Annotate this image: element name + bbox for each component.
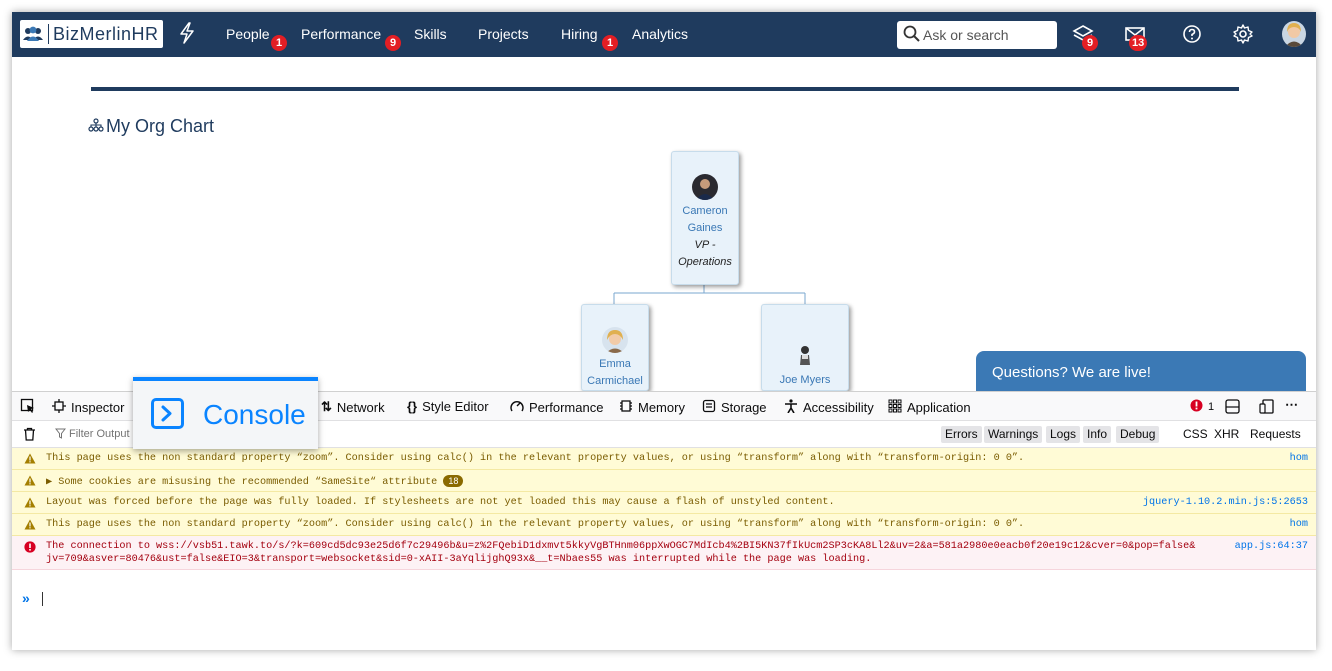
warning-icon: [24, 497, 36, 512]
filter-xhr[interactable]: XHR: [1210, 426, 1243, 443]
console-message-warning[interactable]: ▶ Some cookies are misusing the recommen…: [12, 470, 1316, 492]
console-message-text: Layout was forced before the page was fu…: [46, 497, 835, 508]
console-message-text: This page uses the non standard property…: [46, 453, 1025, 464]
org-card-name: Emma Carmichael: [587, 358, 643, 387]
console-message-group[interactable]: ▶ Some cookies are misusing the recommen…: [46, 475, 464, 488]
filter-css[interactable]: CSS: [1179, 426, 1212, 443]
tab-style-editor[interactable]: {} Style Editor: [407, 399, 489, 414]
console-message-source[interactable]: hom: [1290, 519, 1308, 530]
console-message-text: This page uses the non standard property…: [46, 519, 1025, 530]
tab-console-label: Console: [203, 399, 306, 430]
app-grid-icon: [888, 399, 902, 416]
warning-icon: [24, 475, 36, 490]
tab-application[interactable]: Application: [888, 399, 971, 416]
org-card-child[interactable]: Emma Carmichael: [581, 304, 649, 391]
warning-icon: [24, 453, 36, 468]
tab-inspector[interactable]: Inspector: [52, 399, 124, 416]
filter-output-input[interactable]: Filter Output: [69, 428, 130, 440]
filter-debug[interactable]: Debug: [1116, 426, 1160, 443]
console-icon: [151, 398, 184, 429]
org-card-name: Cameron Gaines: [682, 205, 728, 234]
avatar: [602, 327, 628, 353]
avatar: [792, 341, 818, 367]
tab-accessibility[interactable]: Accessibility: [784, 399, 874, 416]
org-card-name: Joe Myers: [779, 374, 831, 386]
tab-memory[interactable]: Memory: [619, 399, 685, 416]
error-count-indicator[interactable]: 1: [1190, 399, 1214, 415]
console-message-warning[interactable]: This page uses the non standard property…: [12, 514, 1316, 536]
console-prompt-icon: »: [22, 590, 30, 606]
responsive-design-icon[interactable]: [1259, 399, 1274, 414]
console-message-warning[interactable]: Layout was forced before the page was fu…: [12, 492, 1316, 514]
braces-icon: {}: [407, 399, 418, 414]
error-circle-icon: [24, 541, 36, 557]
console-message-text-continued: jv=709&asver=80476&ust=false&EIO=3&trans…: [46, 554, 872, 565]
tab-network[interactable]: ⇅ Network: [321, 399, 385, 415]
storage-icon: [702, 399, 716, 416]
org-connectors: [613, 284, 806, 304]
expand-triangle-icon[interactable]: ▶: [46, 477, 58, 488]
trash-icon[interactable]: [23, 427, 36, 444]
console-input[interactable]: [42, 592, 43, 606]
console-message-source[interactable]: jquery-1.10.2.min.js:5:2653: [1143, 497, 1308, 508]
warning-icon: [24, 519, 36, 534]
console-message-source[interactable]: app.js:64:37: [1228, 541, 1308, 552]
console-message-text: The connection to wss://vsb51.tawk.to/s/…: [46, 541, 1196, 552]
error-circle-icon: [1190, 399, 1203, 415]
filter-warnings[interactable]: Warnings: [984, 426, 1043, 443]
more-options-icon[interactable]: ⋯: [1285, 397, 1298, 413]
repeat-count-badge: 18: [443, 475, 464, 487]
filter-logs[interactable]: Logs: [1046, 426, 1081, 443]
gauge-icon: [510, 399, 524, 416]
filter-errors[interactable]: Errors: [941, 426, 982, 443]
browser-window: BizMerlinHR People 1 Performance 9 Skill…: [12, 12, 1316, 650]
org-card-role: VP - Operations: [678, 239, 732, 268]
live-chat-widget[interactable]: Questions? We are live!: [976, 351, 1306, 391]
console-message-source[interactable]: hom: [1290, 453, 1308, 464]
filter-info[interactable]: Info: [1083, 426, 1112, 443]
org-card-child[interactable]: Joe Myers: [761, 304, 849, 391]
tab-console-callout[interactable]: Console: [133, 377, 318, 449]
dock-layout-icon[interactable]: [1225, 399, 1240, 414]
accessibility-figure-icon: [784, 399, 798, 416]
avatar: [692, 174, 718, 200]
org-card-root[interactable]: Cameron Gaines VP - Operations: [671, 151, 739, 285]
tab-performance[interactable]: Performance: [510, 399, 603, 416]
inspector-icon: [52, 399, 66, 416]
console-message-error[interactable]: The connection to wss://vsb51.tawk.to/s/…: [12, 536, 1316, 570]
memory-chip-icon: [619, 399, 633, 416]
tab-storage[interactable]: Storage: [702, 399, 767, 416]
console-message-warning[interactable]: This page uses the non standard property…: [12, 448, 1316, 470]
live-chat-text: Questions? We are live!: [992, 364, 1151, 381]
network-arrows-icon: ⇅: [321, 399, 332, 414]
element-picker-icon[interactable]: [20, 398, 36, 414]
filter-requests[interactable]: Requests: [1246, 426, 1305, 443]
filter-funnel-icon: [54, 428, 67, 442]
